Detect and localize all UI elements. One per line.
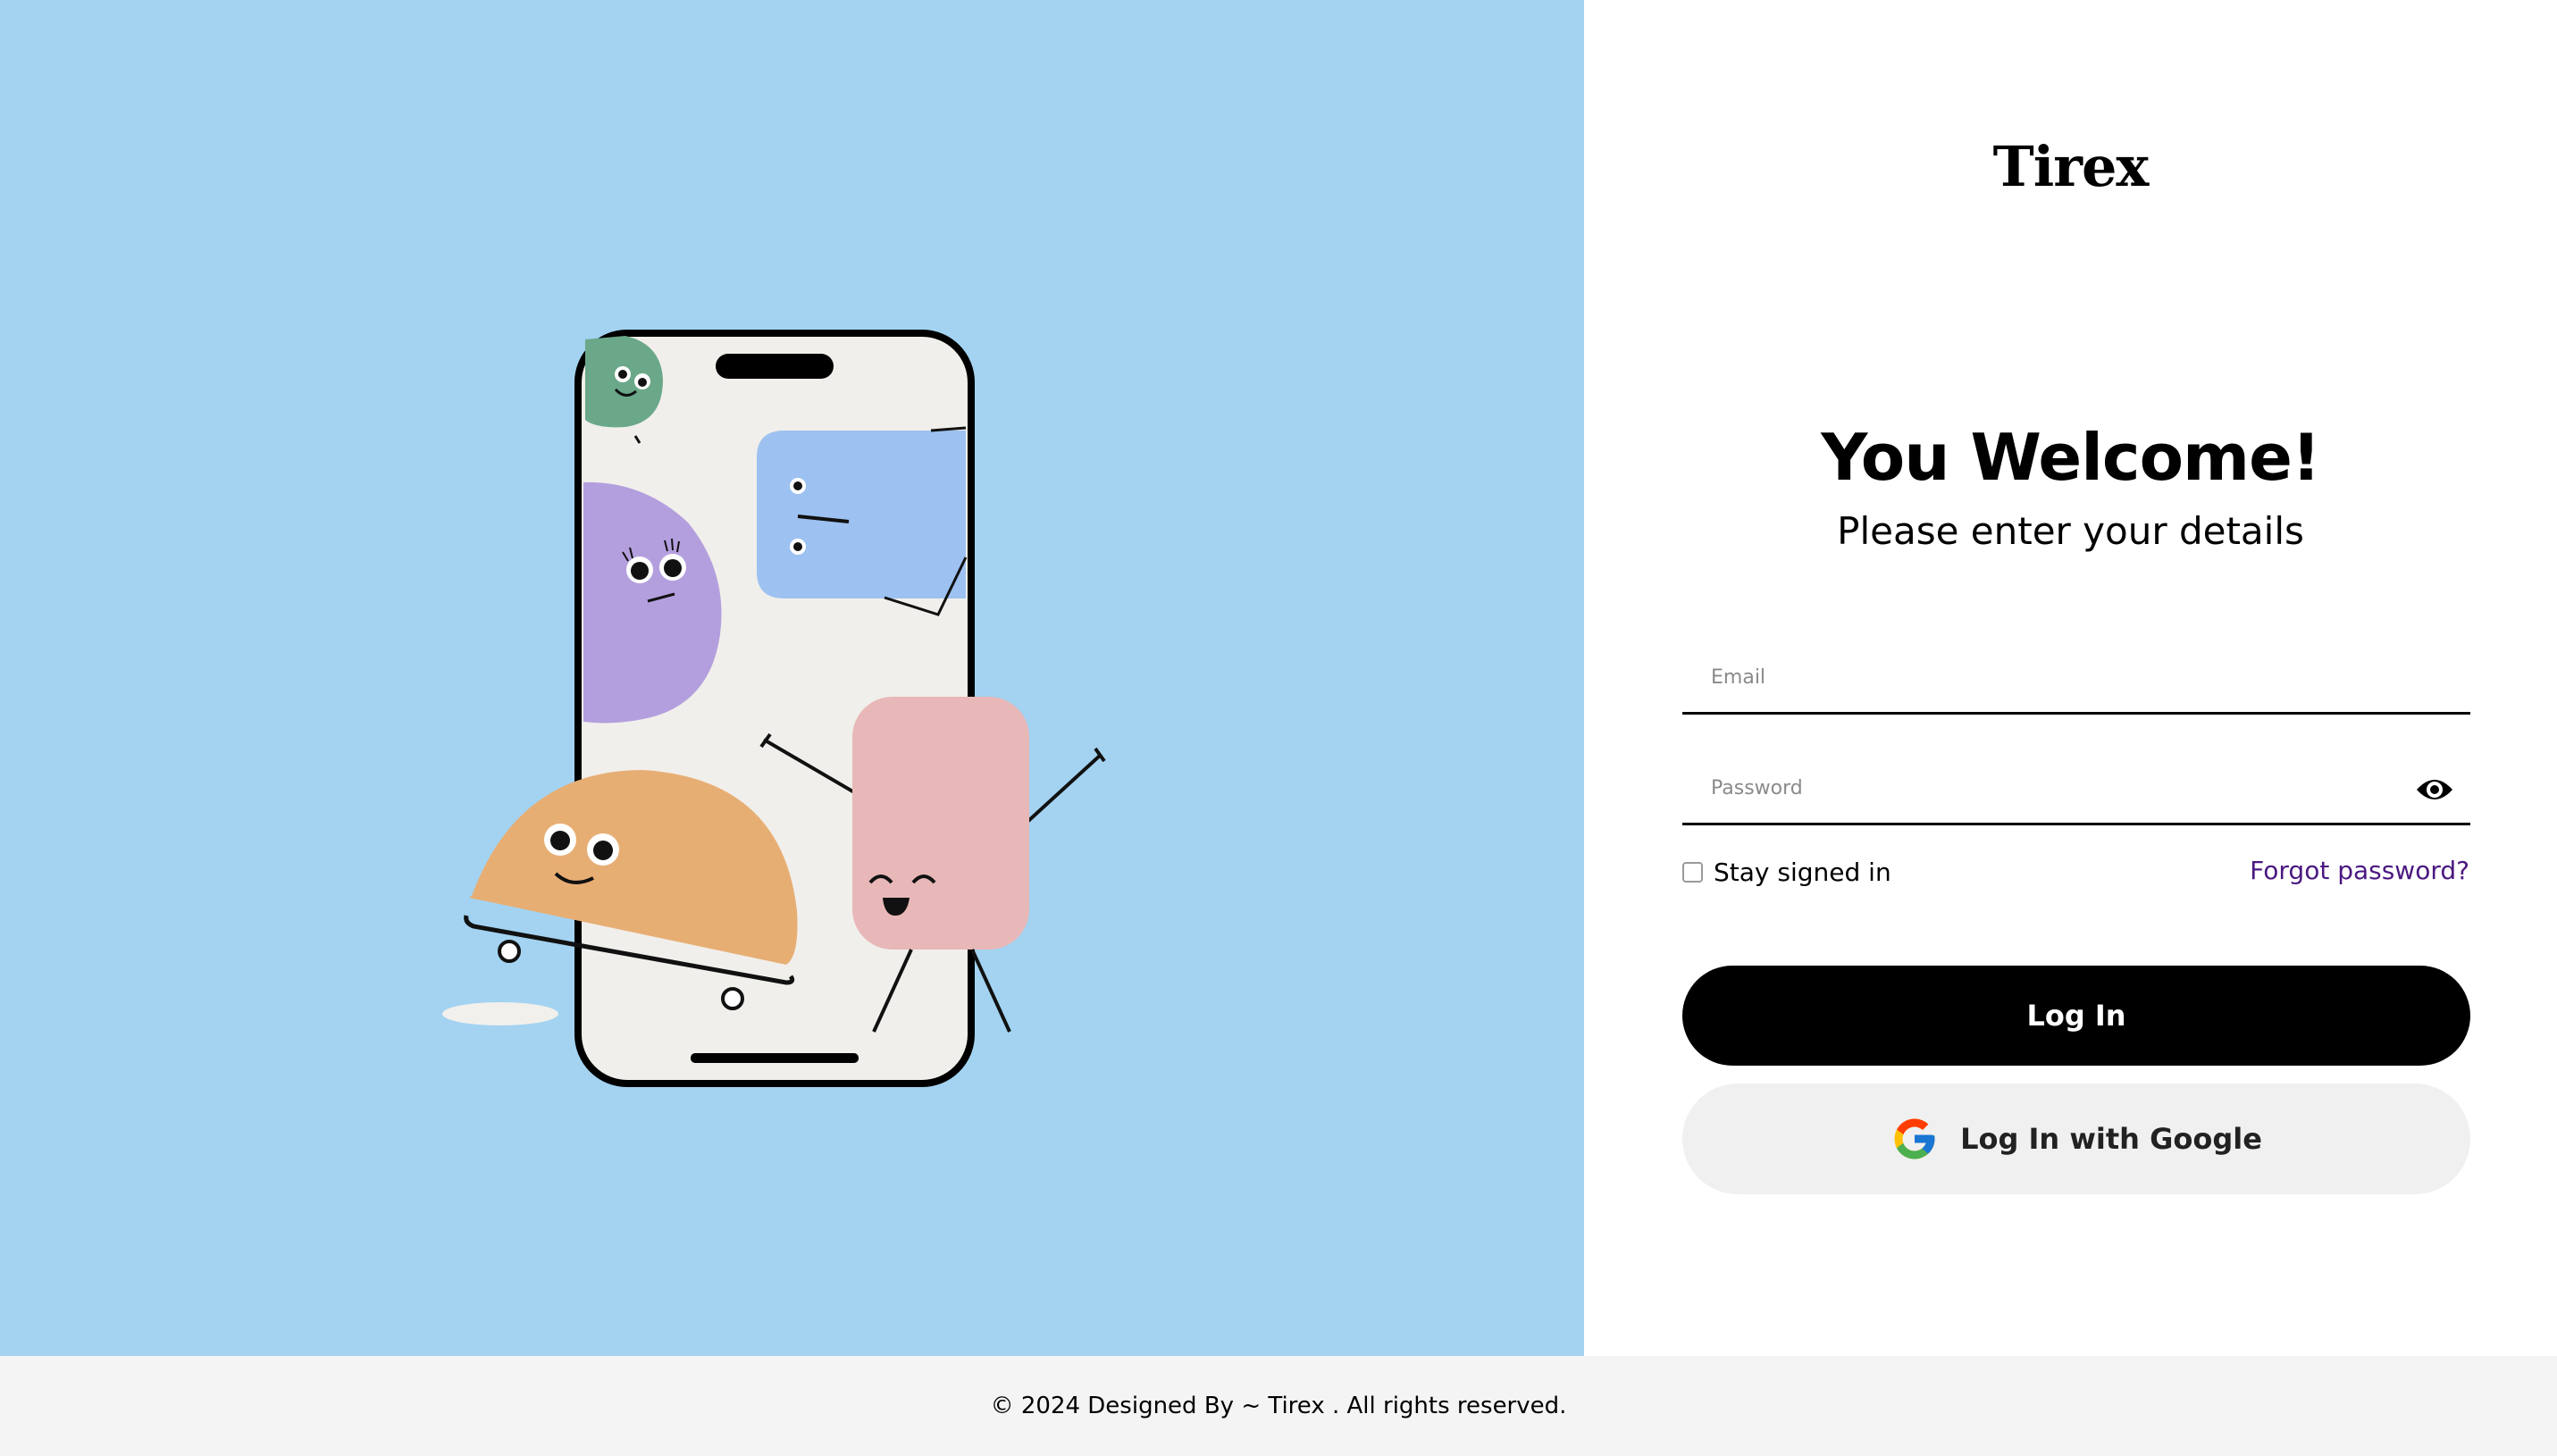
stay-signed-in-label: Stay signed in: [1714, 858, 1891, 887]
password-field-wrapper: [1682, 754, 2470, 825]
page-subtitle: Please enter your details: [1837, 509, 2304, 553]
eye-icon[interactable]: [2415, 774, 2454, 806]
login-button-label: Log In: [2026, 999, 2126, 1033]
google-icon: [1894, 1118, 1935, 1159]
email-field-wrapper: [1682, 643, 2470, 715]
footer: © 2024 Designed By ~ Tirex . All rights …: [0, 1356, 2557, 1456]
stay-signed-in-checkbox[interactable]: [1682, 862, 1703, 883]
email-input[interactable]: [1682, 643, 2470, 712]
stay-signed-in-option[interactable]: Stay signed in: [1682, 858, 1891, 887]
password-input[interactable]: [1682, 754, 2470, 823]
illustration-panel: [0, 0, 1584, 1356]
login-button[interactable]: Log In: [1682, 966, 2470, 1066]
footer-copyright: © 2024 Designed By ~ Tirex . All rights …: [990, 1393, 1567, 1419]
forgot-password-link[interactable]: Forgot password?: [2250, 856, 2469, 885]
google-login-button[interactable]: Log In with Google: [1682, 1084, 2470, 1194]
login-page: Tirex You Welcome! Please enter your det…: [0, 0, 2557, 1456]
brand-logo: Tirex: [1992, 134, 2150, 199]
google-login-label: Log In with Google: [1960, 1122, 2262, 1156]
phone-characters-illustration: [442, 330, 1106, 1087]
page-title: You Welcome!: [1821, 420, 2321, 495]
login-panel: Tirex You Welcome! Please enter your det…: [1584, 0, 2557, 1356]
